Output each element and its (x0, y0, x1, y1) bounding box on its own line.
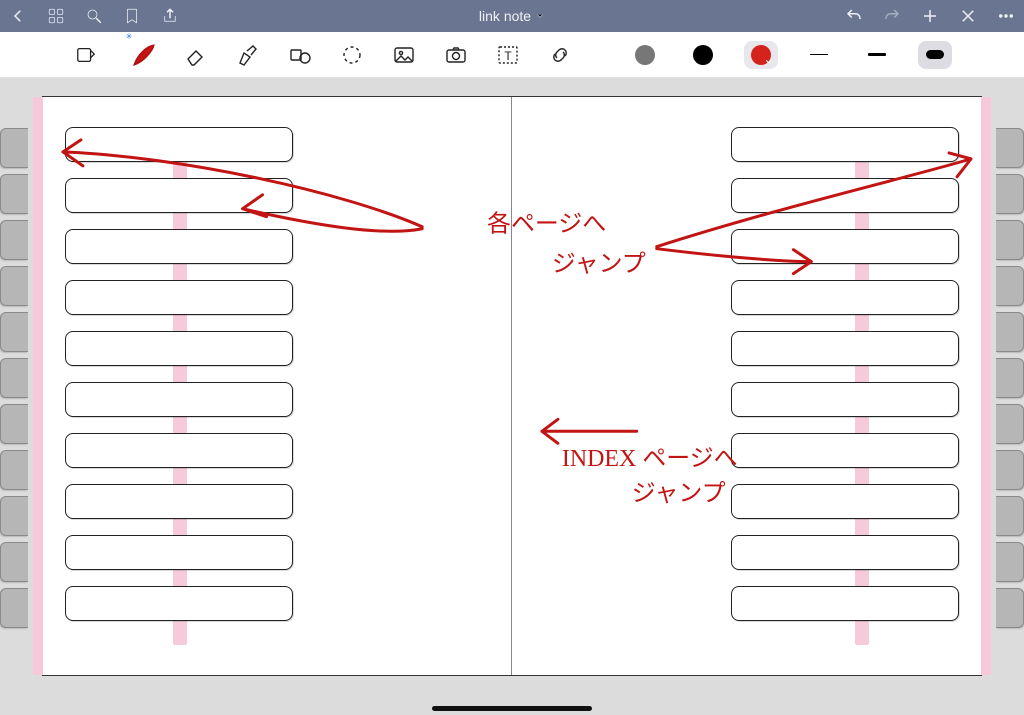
camera-tool[interactable] (442, 41, 470, 69)
undo-button[interactable] (844, 6, 864, 26)
svg-text:T: T (505, 49, 513, 63)
side-tabs-right (996, 128, 1024, 628)
home-indicator[interactable] (432, 706, 592, 711)
side-tab[interactable] (996, 450, 1024, 490)
color-swatch (635, 45, 655, 65)
index-slot[interactable] (65, 178, 293, 213)
toolbar: ✳ T (0, 32, 1024, 78)
side-tab[interactable] (0, 266, 28, 306)
side-tab[interactable] (996, 220, 1024, 260)
index-slot[interactable] (731, 586, 959, 621)
image-tool[interactable] (390, 41, 418, 69)
highlighter-tool[interactable] (234, 41, 262, 69)
bluetooth-icon: ✳ (126, 32, 133, 41)
page-right[interactable] (512, 97, 981, 675)
color-swatch (693, 45, 713, 65)
shape-tool[interactable] (286, 41, 314, 69)
document-title: link note (479, 8, 531, 24)
stroke-color-1[interactable] (628, 41, 662, 69)
side-tab[interactable] (996, 542, 1024, 582)
index-slot[interactable] (731, 229, 959, 264)
edge-marker-left (33, 97, 43, 675)
index-slot[interactable] (65, 331, 293, 366)
side-tab[interactable] (0, 496, 28, 536)
side-tab[interactable] (996, 404, 1024, 444)
index-slot[interactable] (65, 229, 293, 264)
edge-marker-right (981, 97, 991, 675)
index-slot[interactable] (65, 127, 293, 162)
side-tab[interactable] (996, 174, 1024, 214)
link-tool[interactable] (546, 41, 574, 69)
thumbnails-button[interactable] (46, 6, 66, 26)
readonly-toggle-button[interactable] (72, 41, 100, 69)
side-tab[interactable] (996, 312, 1024, 352)
text-tool[interactable]: T (494, 41, 522, 69)
side-tab[interactable] (0, 128, 28, 168)
share-button[interactable] (160, 6, 180, 26)
stroke-color-2[interactable] (686, 41, 720, 69)
index-slot[interactable] (731, 127, 959, 162)
index-slots-left (65, 127, 293, 621)
bookmark-button[interactable] (122, 6, 142, 26)
redo-button[interactable] (882, 6, 902, 26)
eraser-tool[interactable] (182, 41, 210, 69)
index-slot[interactable] (731, 535, 959, 570)
side-tab[interactable] (0, 174, 28, 214)
side-tab[interactable] (0, 542, 28, 582)
stroke-width-1[interactable] (802, 41, 836, 69)
stroke-width-3[interactable] (918, 41, 952, 69)
close-button[interactable] (958, 6, 978, 26)
index-slots-right (731, 127, 959, 621)
side-tab[interactable] (996, 266, 1024, 306)
index-slot[interactable] (65, 382, 293, 417)
stroke-color-3[interactable] (744, 41, 778, 69)
index-slot[interactable] (731, 178, 959, 213)
canvas-area[interactable]: 各ページへ ジャンプ INDEX ページへ ジャンプ (0, 78, 1024, 715)
index-slot[interactable] (731, 280, 959, 315)
side-tab[interactable] (0, 312, 28, 352)
index-slot[interactable] (731, 484, 959, 519)
search-button[interactable] (84, 6, 104, 26)
stroke-width-2[interactable] (860, 41, 894, 69)
index-slot[interactable] (65, 535, 293, 570)
side-tab[interactable] (0, 404, 28, 444)
chevron-down-icon (535, 8, 545, 24)
pen-tool[interactable] (130, 41, 158, 69)
lasso-tool[interactable] (338, 41, 366, 69)
index-slot[interactable] (731, 331, 959, 366)
index-slot[interactable] (65, 280, 293, 315)
side-tab[interactable] (0, 358, 28, 398)
document-title-button[interactable]: link note (180, 8, 844, 24)
more-button[interactable] (996, 6, 1016, 26)
side-tab[interactable] (996, 496, 1024, 536)
side-tabs-left (0, 128, 28, 628)
index-slot[interactable] (731, 382, 959, 417)
side-tab[interactable] (0, 220, 28, 260)
side-tab[interactable] (0, 588, 28, 628)
top-navbar: link note (0, 0, 1024, 32)
back-button[interactable] (8, 6, 28, 26)
index-slot[interactable] (65, 484, 293, 519)
index-slot[interactable] (731, 433, 959, 468)
index-slot[interactable] (65, 433, 293, 468)
notebook: 各ページへ ジャンプ INDEX ページへ ジャンプ (42, 96, 982, 676)
side-tab[interactable] (996, 588, 1024, 628)
page-left[interactable] (43, 97, 512, 675)
index-slot[interactable] (65, 586, 293, 621)
side-tab[interactable] (996, 358, 1024, 398)
add-button[interactable] (920, 6, 940, 26)
side-tab[interactable] (0, 450, 28, 490)
side-tab[interactable] (996, 128, 1024, 168)
